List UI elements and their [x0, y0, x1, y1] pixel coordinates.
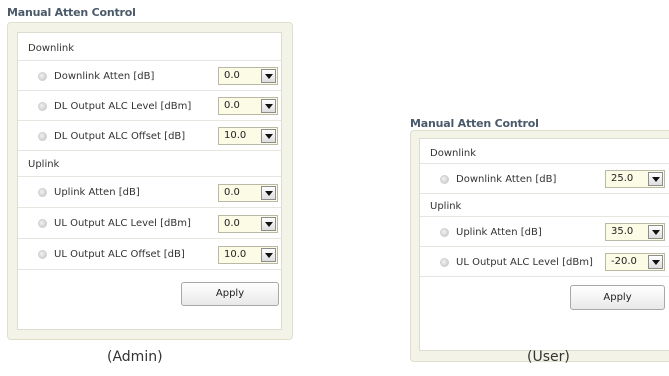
user-row-ul-alc-level: UL Output ALC Level [dBm] -20.0 [420, 246, 669, 276]
admin-apply-button[interactable]: Apply [181, 282, 279, 306]
select-value: 10.0 [224, 249, 247, 260]
radio-bullet-icon [440, 258, 449, 267]
select-value: 10.0 [224, 130, 247, 141]
admin-uplink-heading: Uplink [28, 159, 60, 170]
select-value: 0.0 [224, 218, 240, 229]
user-row-downlink-atten: Downlink Atten [dB] 25.0 [420, 163, 669, 193]
admin-panel-title: Manual Atten Control [7, 6, 136, 19]
select-value: 0.0 [224, 70, 240, 81]
user-row-label: Uplink Atten [dB] [456, 227, 542, 238]
dl-alc-level-select[interactable]: 0.0 [218, 97, 278, 115]
user-downlink-heading: Downlink [430, 148, 477, 159]
admin-row-downlink-atten: Downlink Atten [dB] 0.0 [18, 60, 281, 90]
user-row-label: Downlink Atten [dB] [456, 174, 557, 185]
radio-bullet-icon [38, 188, 47, 197]
admin-row-dl-alc-offset: DL Output ALC Offset [dB] 10.0 [18, 120, 281, 150]
user-frame: Downlink Downlink Atten [dB] 25.0 Uplink… [410, 130, 669, 362]
user-caption: (User) [527, 349, 570, 365]
user-downlink-atten-select[interactable]: 25.0 [605, 170, 665, 188]
admin-row-label: UL Output ALC Level [dBm] [54, 218, 191, 229]
user-inner: Downlink Downlink Atten [dB] 25.0 Uplink… [419, 138, 669, 351]
user-apply-button[interactable]: Apply [570, 285, 665, 310]
radio-bullet-icon [38, 132, 47, 141]
user-ul-alc-level-select[interactable]: -20.0 [605, 253, 665, 271]
radio-bullet-icon [440, 228, 449, 237]
radio-bullet-icon [38, 250, 47, 259]
user-row-label: UL Output ALC Level [dBm] [456, 257, 593, 268]
admin-row-ul-alc-level: UL Output ALC Level [dBm] 0.0 [18, 207, 281, 238]
select-value: 0.0 [224, 187, 240, 198]
admin-row-ul-alc-offset: UL Output ALC Offset [dB] 10.0 [18, 238, 281, 269]
chevron-down-icon[interactable] [261, 99, 276, 113]
admin-row-label: DL Output ALC Offset [dB] [54, 131, 186, 142]
chevron-down-icon[interactable] [261, 217, 276, 231]
user-uplink-heading: Uplink [430, 201, 462, 212]
select-value: -20.0 [611, 256, 637, 267]
select-value: 0.0 [224, 100, 240, 111]
radio-bullet-icon [38, 102, 47, 111]
downlink-atten-select[interactable]: 0.0 [218, 67, 278, 85]
chevron-down-icon[interactable] [648, 255, 663, 269]
divider [420, 276, 669, 277]
chevron-down-icon[interactable] [261, 248, 276, 262]
admin-row-label: Downlink Atten [dB] [54, 71, 155, 82]
chevron-down-icon[interactable] [648, 172, 663, 186]
chevron-down-icon[interactable] [261, 186, 276, 200]
admin-row-label: UL Output ALC Offset [dB] [54, 249, 185, 260]
admin-frame: Downlink Downlink Atten [dB] 0.0 DL Outp… [7, 22, 293, 340]
chevron-down-icon[interactable] [261, 69, 276, 83]
dl-alc-offset-select[interactable]: 10.0 [218, 127, 278, 145]
user-panel-title: Manual Atten Control [410, 117, 539, 130]
admin-row-uplink-atten: Uplink Atten [dB] 0.0 [18, 176, 281, 207]
select-value: 25.0 [611, 173, 634, 184]
ul-alc-level-select[interactable]: 0.0 [218, 215, 278, 233]
select-value: 35.0 [611, 226, 634, 237]
user-row-uplink-atten: Uplink Atten [dB] 35.0 [420, 216, 669, 246]
chevron-down-icon[interactable] [261, 129, 276, 143]
radio-bullet-icon [38, 219, 47, 228]
admin-inner: Downlink Downlink Atten [dB] 0.0 DL Outp… [17, 32, 282, 330]
uplink-atten-select[interactable]: 0.0 [218, 184, 278, 202]
admin-row-label: DL Output ALC Level [dBm] [54, 101, 192, 112]
divider [18, 150, 281, 151]
user-uplink-atten-select[interactable]: 35.0 [605, 223, 665, 241]
divider [420, 193, 669, 194]
ul-alc-offset-select[interactable]: 10.0 [218, 246, 278, 264]
admin-downlink-heading: Downlink [28, 43, 75, 54]
admin-row-dl-alc-level: DL Output ALC Level [dBm] 0.0 [18, 90, 281, 120]
admin-row-label: Uplink Atten [dB] [54, 187, 140, 198]
chevron-down-icon[interactable] [648, 225, 663, 239]
radio-bullet-icon [440, 175, 449, 184]
divider [18, 269, 281, 270]
admin-caption: (Admin) [107, 349, 163, 365]
radio-bullet-icon [38, 72, 47, 81]
